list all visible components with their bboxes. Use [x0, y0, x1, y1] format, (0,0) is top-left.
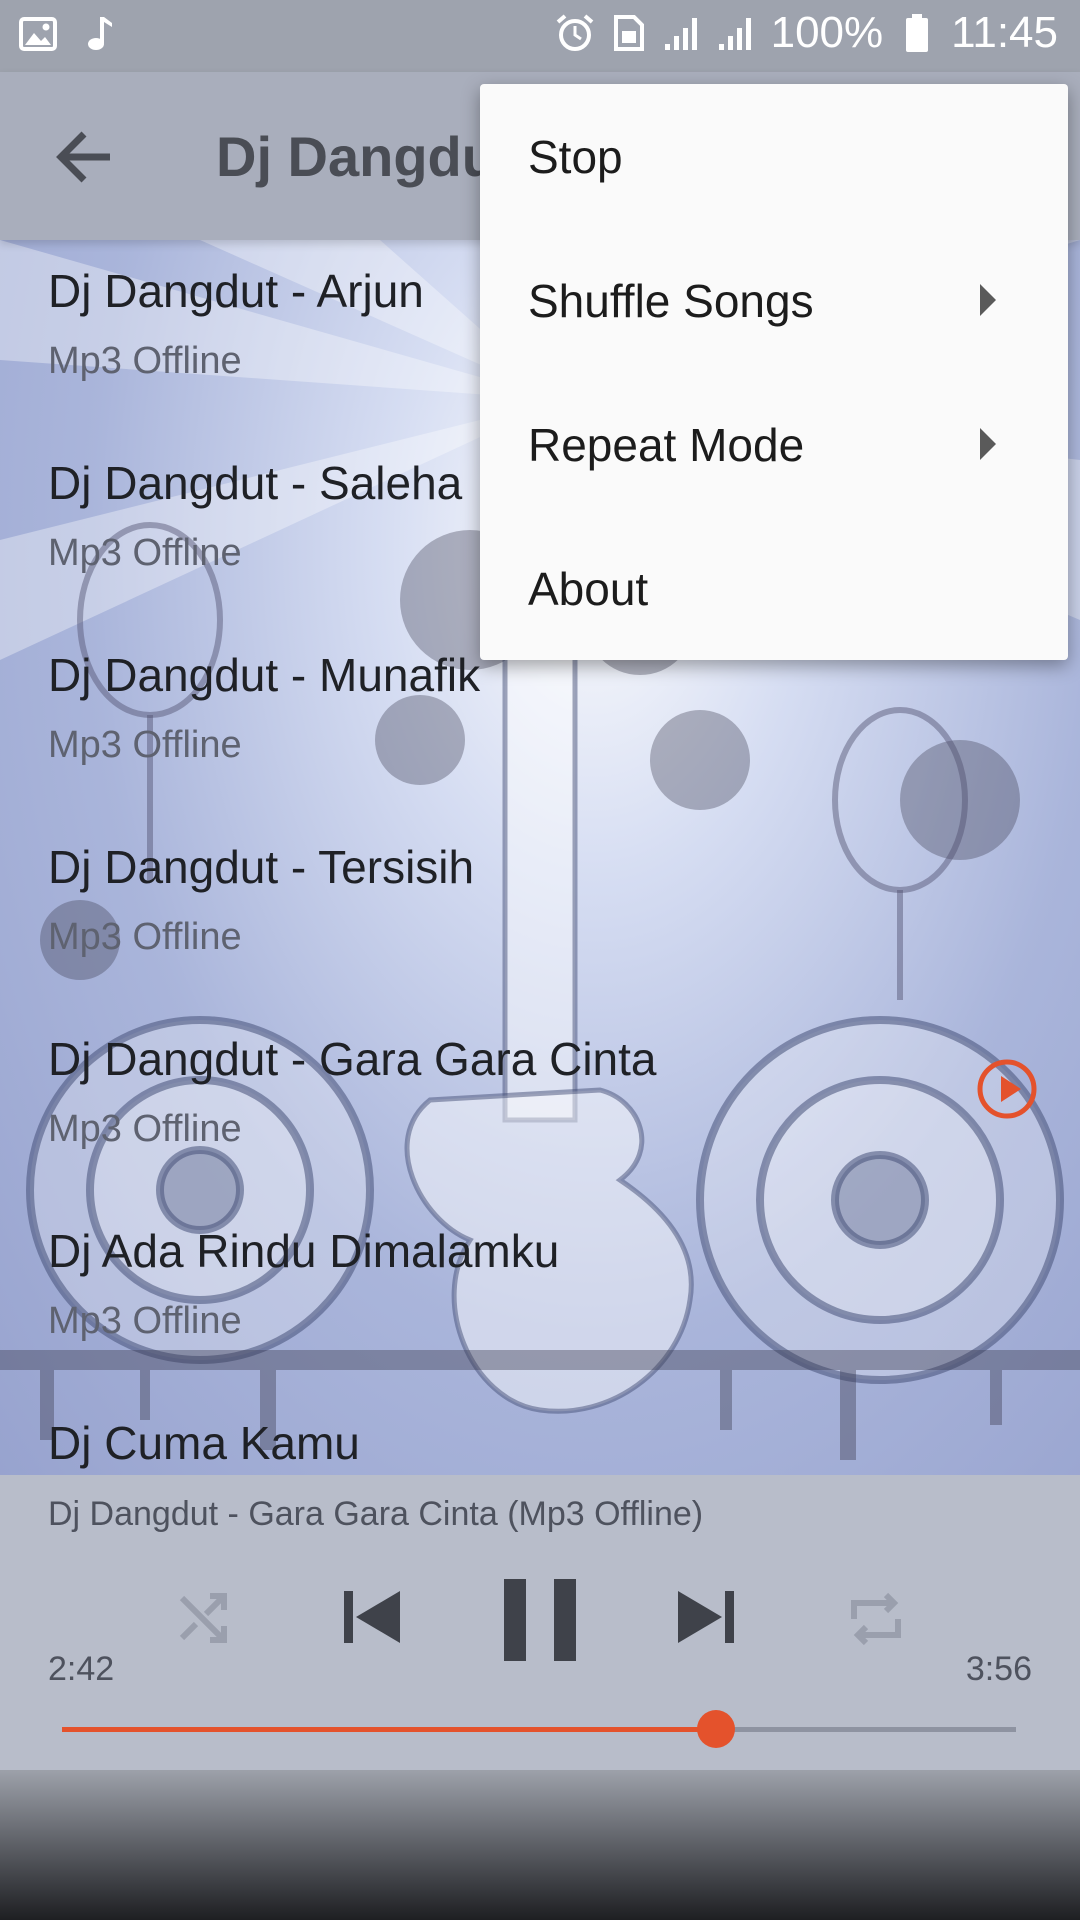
submenu-arrow-icon — [980, 284, 996, 316]
clock: 11:45 — [951, 8, 1058, 57]
seek-bar-progress — [62, 1727, 717, 1732]
alarm-icon — [555, 13, 595, 53]
music-note-icon — [80, 14, 120, 54]
menu-item-label: About — [528, 563, 649, 615]
song-list-item[interactable]: Dj Dangdut - Tersisih Mp3 Offline — [0, 816, 1080, 1008]
seek-bar-thumb[interactable] — [697, 1710, 736, 1748]
song-title: Dj Dangdut - Saleha — [48, 457, 463, 509]
song-title: Dj Cuma Kamu — [48, 1417, 360, 1469]
song-subtitle: Mp3 Offline — [48, 1108, 242, 1150]
total-time: 3:56 — [965, 1650, 1032, 1688]
player-panel: Dj Dangdut - Gara Gara Cinta (Mp3 Offlin… — [0, 1475, 1080, 1770]
shuffle-icon[interactable] — [176, 1590, 232, 1651]
battery-icon — [897, 13, 937, 53]
menu-item-about[interactable]: About — [480, 516, 1068, 660]
menu-item-shuffle-songs[interactable]: Shuffle Songs — [480, 228, 1068, 372]
next-track-icon[interactable] — [676, 1587, 736, 1652]
song-list-item[interactable]: Dj Ada Rindu Dimalamku Mp3 Offline — [0, 1200, 1080, 1392]
song-subtitle: Mp3 Offline — [48, 916, 242, 958]
song-subtitle: Mp3 Offline — [48, 1300, 242, 1342]
song-list-item[interactable]: Dj Dangdut - Gara Gara Cinta Mp3 Offline — [0, 1008, 1080, 1200]
navigation-area — [0, 1770, 1080, 1920]
signal-icon — [663, 13, 703, 53]
menu-item-label: Repeat Mode — [528, 419, 805, 471]
now-playing-indicator-icon[interactable] — [976, 1058, 1038, 1120]
signal-icon — [717, 13, 757, 53]
menu-item-repeat-mode[interactable]: Repeat Mode — [480, 372, 1068, 516]
song-list-item[interactable]: Dj Cuma Kamu — [0, 1392, 1080, 1475]
song-title: Dj Ada Rindu Dimalamku — [48, 1225, 560, 1277]
now-playing-title: Dj Dangdut - Gara Gara Cinta (Mp3 Offlin… — [48, 1495, 704, 1533]
repeat-icon[interactable] — [846, 1589, 906, 1654]
song-title: Dj Dangdut - Gara Gara Cinta — [48, 1033, 657, 1085]
menu-item-label: Shuffle Songs — [528, 275, 814, 327]
back-arrow-icon[interactable] — [50, 122, 120, 192]
menu-item-stop[interactable]: Stop — [480, 84, 1068, 228]
sim-icon — [609, 13, 649, 53]
elapsed-time: 2:42 — [48, 1650, 115, 1688]
overflow-menu: Stop Shuffle Songs Repeat Mode About — [480, 84, 1068, 660]
song-subtitle: Mp3 Offline — [48, 532, 242, 574]
image-icon — [18, 14, 58, 54]
battery-percent: 100% — [770, 8, 884, 57]
page-title: Dj Dangdu — [216, 125, 496, 188]
previous-track-icon[interactable] — [342, 1587, 402, 1652]
seek-bar[interactable] — [62, 1710, 1016, 1748]
song-subtitle: Mp3 Offline — [48, 724, 242, 766]
song-subtitle: Mp3 Offline — [48, 340, 242, 382]
pause-icon[interactable] — [502, 1577, 578, 1668]
song-title: Dj Dangdut - Arjun — [48, 265, 424, 317]
status-bar: 100% 11:45 — [0, 0, 1080, 72]
submenu-arrow-icon — [980, 428, 996, 460]
menu-item-label: Stop — [528, 131, 623, 183]
song-title: Dj Dangdut - Munafik — [48, 649, 481, 701]
song-title: Dj Dangdut - Tersisih — [48, 841, 475, 893]
